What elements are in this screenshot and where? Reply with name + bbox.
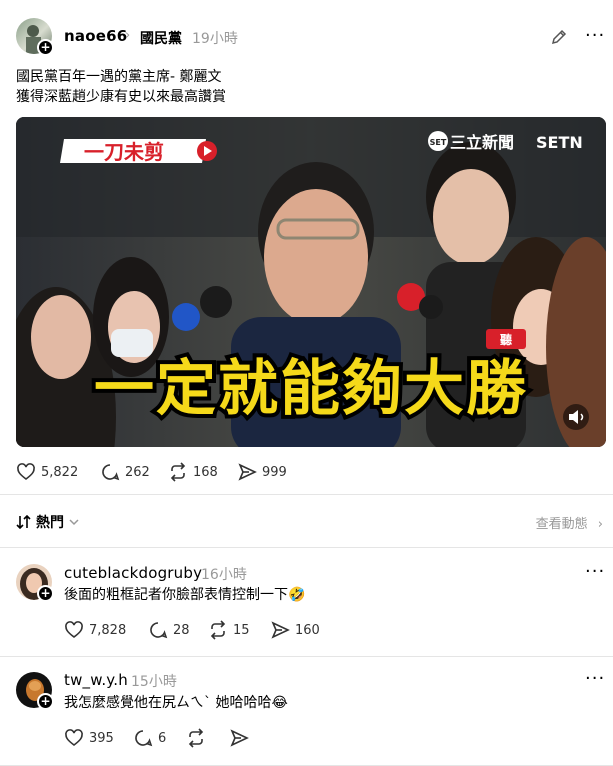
chevron-down-icon xyxy=(69,519,79,526)
reply-username[interactable]: cuteblackdogruby xyxy=(64,564,202,582)
post-topic[interactable]: 國民黨 xyxy=(140,28,182,48)
comment-button[interactable]: 6 xyxy=(133,728,166,748)
comment-button[interactable]: 262 xyxy=(100,462,150,482)
like-count: 7,828 xyxy=(89,622,127,638)
edit-icon[interactable] xyxy=(550,28,568,50)
comment-count: 262 xyxy=(125,464,150,480)
post-video[interactable]: 聽 一刀未剪 SET 三立新聞 SETN 一定就能夠大勝 xyxy=(16,117,606,447)
more-icon[interactable]: ··· xyxy=(585,668,605,689)
repost-icon xyxy=(170,462,186,482)
sort-label: 熱門 xyxy=(36,515,64,531)
share-button[interactable] xyxy=(229,728,254,748)
chevron-right-icon: › xyxy=(597,517,603,532)
like-button[interactable]: 395 xyxy=(64,728,114,748)
share-count: 160 xyxy=(295,622,320,638)
post-username[interactable]: naoe66 xyxy=(64,27,127,45)
video-logo-right: SET 三立新聞 SETN xyxy=(428,131,583,152)
share-icon xyxy=(238,463,257,481)
more-icon[interactable]: ··· xyxy=(585,25,605,46)
reply-time: 16小時 xyxy=(201,567,247,583)
view-activity-link[interactable]: 查看動態 › xyxy=(536,513,603,532)
follow-plus-icon[interactable]: + xyxy=(37,585,54,602)
comment-count: 28 xyxy=(173,622,190,638)
mic-label: 聽 xyxy=(500,332,512,347)
comment-icon xyxy=(150,622,168,639)
post-text-line1: 國民黨百年一遇的黨主席- 鄭麗文 xyxy=(16,69,222,85)
reply-text: 後面的粗框記者你臉部表情控制一下🤣 xyxy=(64,587,306,603)
heart-icon xyxy=(65,621,83,639)
svg-text:三立新聞: 三立新聞 xyxy=(450,133,514,152)
post-text-line2: 獲得深藍趙少康有史以來最高讚賞 xyxy=(16,89,226,105)
speaker-icon[interactable] xyxy=(563,404,589,430)
view-activity-label: 查看動態 xyxy=(535,517,588,532)
chevron-right-icon: › xyxy=(125,28,131,43)
repost-button[interactable]: 168 xyxy=(168,462,218,482)
sort-dropdown[interactable]: 熱門 xyxy=(16,512,80,532)
like-button[interactable]: 5,822 xyxy=(16,462,78,482)
share-icon xyxy=(271,621,290,639)
comment-button[interactable]: 28 xyxy=(148,620,190,640)
divider xyxy=(0,494,613,495)
share-button[interactable]: 999 xyxy=(237,462,287,482)
heart-icon xyxy=(65,729,83,747)
repost-count: 168 xyxy=(193,464,218,480)
divider xyxy=(0,547,613,548)
repost-button[interactable] xyxy=(186,728,211,748)
like-count: 395 xyxy=(89,730,114,746)
repost-icon xyxy=(188,728,204,748)
comment-count: 6 xyxy=(158,730,167,746)
video-caption: 一定就能夠大勝 xyxy=(94,354,528,424)
reply-username[interactable]: tw_w.y.h xyxy=(64,671,128,689)
heart-icon xyxy=(17,463,35,481)
share-count: 999 xyxy=(262,464,287,480)
repost-icon xyxy=(210,620,226,640)
more-icon[interactable]: ··· xyxy=(585,561,605,582)
svg-text:SETN: SETN xyxy=(536,133,583,152)
comment-icon xyxy=(135,730,153,747)
video-logo-left: 一刀未剪 xyxy=(60,139,217,164)
post-time: 19小時 xyxy=(192,31,238,47)
svg-text:SET: SET xyxy=(430,138,447,147)
repost-button[interactable]: 15 xyxy=(208,620,250,640)
divider xyxy=(0,656,613,657)
share-button[interactable]: 160 xyxy=(270,620,320,640)
follow-plus-icon[interactable]: + xyxy=(37,39,54,56)
reply-time: 15小時 xyxy=(131,674,177,690)
comment-icon xyxy=(102,464,120,481)
share-icon xyxy=(230,729,249,747)
like-button[interactable]: 7,828 xyxy=(64,620,126,640)
svg-text:一刀未剪: 一刀未剪 xyxy=(84,140,164,164)
follow-plus-icon[interactable]: + xyxy=(37,693,54,710)
reply-text: 我怎麼感覺他在尻ㄙㄟˋ 她哈哈哈😂 xyxy=(64,695,288,711)
sort-icon xyxy=(16,515,31,529)
repost-count: 15 xyxy=(233,622,250,638)
like-count: 5,822 xyxy=(41,464,79,480)
